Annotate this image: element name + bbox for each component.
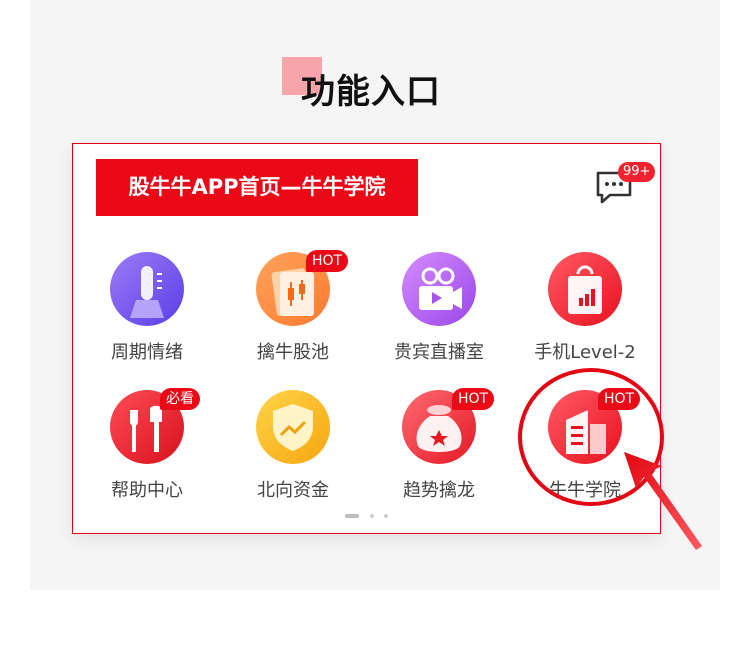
thermometer-icon	[110, 252, 184, 326]
page-dot[interactable]	[384, 514, 388, 518]
hot-tag: HOT	[452, 388, 495, 410]
hot-tag: HOT	[306, 250, 349, 272]
banner-title: 股牛牛APP首页—牛牛学院	[96, 159, 418, 216]
shield-trend-icon	[256, 390, 330, 464]
menu-item-stock-pool[interactable]: HOT 擒牛股池	[220, 250, 366, 372]
menu-item-northbound-funds[interactable]: 北向资金	[220, 390, 366, 510]
menu-item-cycle-sentiment[interactable]: 周期情绪	[74, 252, 220, 372]
page-dot[interactable]	[370, 514, 374, 518]
menu-item-label: 趋势擒龙	[403, 480, 475, 501]
section-header: 功能入口	[0, 0, 750, 120]
message-count-badge: 99+	[618, 162, 656, 182]
page-dot-active[interactable]	[345, 514, 359, 518]
pointer-arrow-icon	[624, 452, 702, 550]
menu-item-trend-dragon[interactable]: HOT 趋势擒龙	[366, 388, 512, 510]
shopping-bag-chart-icon	[548, 252, 622, 326]
page-indicator[interactable]	[345, 514, 391, 520]
menu-item-label: 北向资金	[257, 480, 329, 501]
menu-item-label: 手机Level-2	[534, 342, 636, 363]
menu-item-help-center[interactable]: 必看 帮助中心	[74, 388, 220, 510]
must-see-tag: 必看	[160, 388, 200, 410]
menu-item-level2[interactable]: 手机Level-2	[512, 252, 658, 372]
menu-item-label: 贵宾直播室	[394, 342, 484, 363]
menu-item-label: 帮助中心	[111, 480, 183, 501]
video-camera-icon	[402, 252, 476, 326]
page-title: 功能入口	[301, 72, 441, 112]
menu-item-vip-live-room[interactable]: 贵宾直播室	[366, 252, 512, 372]
menu-item-label: 擒牛股池	[257, 342, 329, 363]
menu-item-label: 周期情绪	[111, 342, 183, 363]
